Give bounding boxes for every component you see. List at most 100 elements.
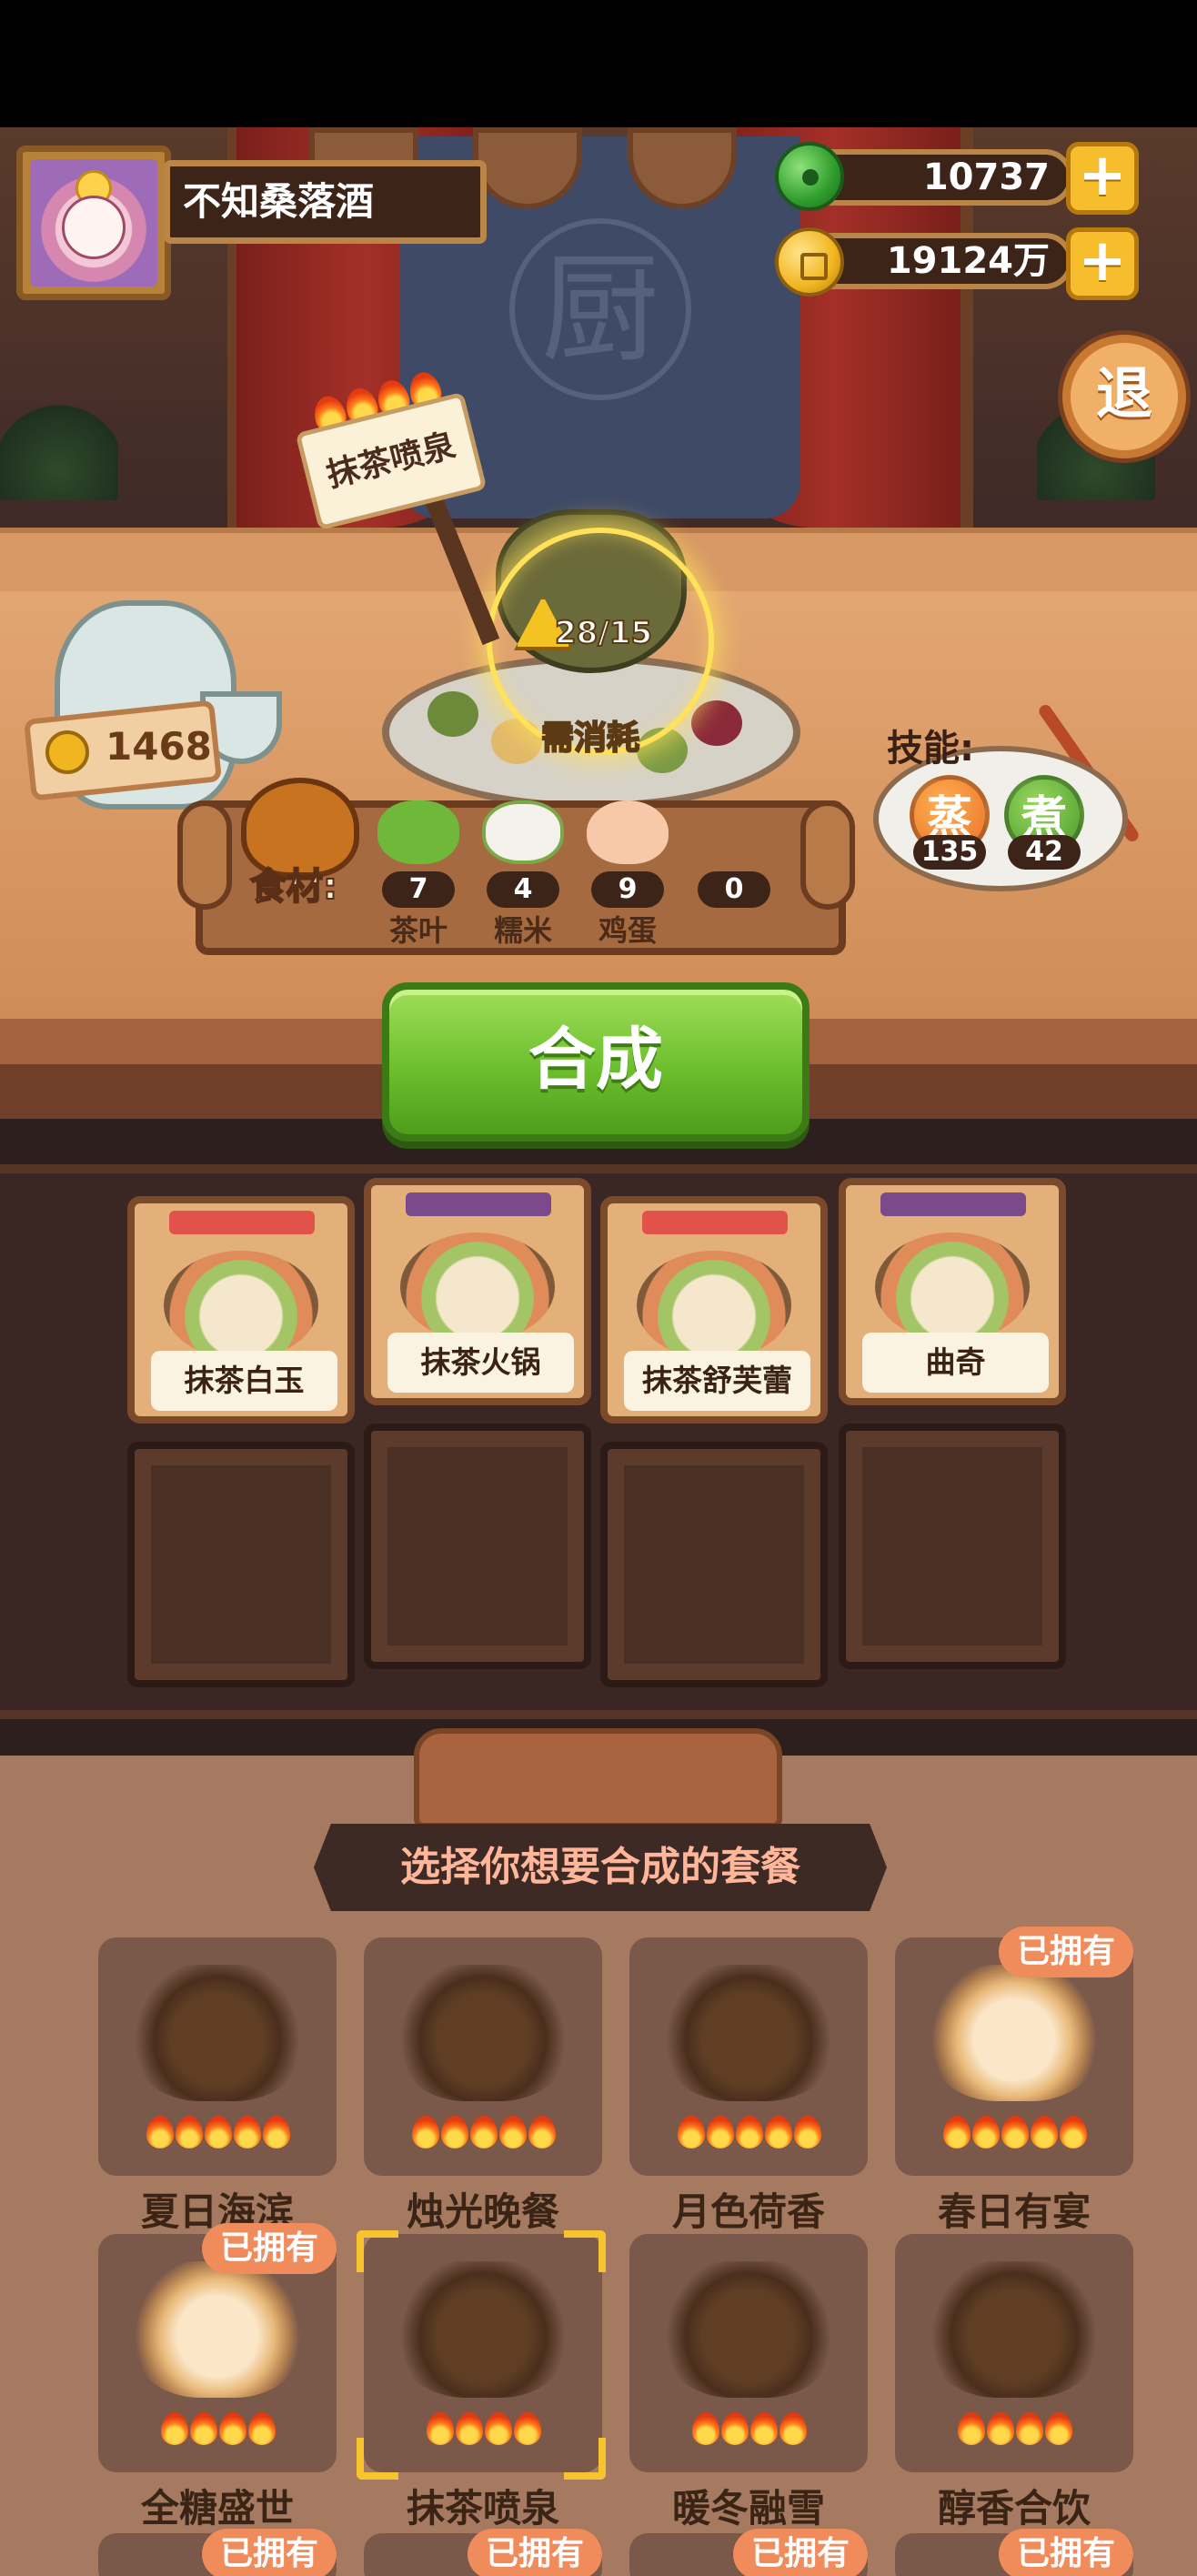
ingredient-slot[interactable]: 7 茶叶 (368, 800, 468, 948)
flame-icon (780, 2412, 807, 2445)
flame-icon (736, 2116, 763, 2148)
flame-icon (205, 2116, 232, 2148)
coin-icon (775, 227, 844, 297)
flame-icon (514, 2412, 541, 2445)
set-card[interactable] (895, 2234, 1133, 2472)
consume-label: 需消耗 (540, 719, 640, 758)
kitchen-emblem-icon: 厨 (509, 218, 691, 400)
egg-icon (587, 800, 669, 864)
panel-title: 选择你想要合成的套餐 (400, 1844, 800, 1890)
set-card[interactable] (364, 1937, 602, 2176)
ingredients-title: 食材: (249, 865, 338, 909)
set-flame-rating (124, 2116, 315, 2156)
set-card[interactable] (98, 1937, 337, 2176)
flame-icon (1045, 2412, 1072, 2445)
set-image (397, 1965, 569, 2101)
tier-bar (169, 1211, 315, 1234)
avatar-image (30, 159, 157, 287)
tier-bar (880, 1192, 1026, 1216)
ingredient-slot[interactable]: 0 (684, 800, 784, 908)
flame-icon (528, 2116, 556, 2148)
player-name: 不知桑落酒 (164, 160, 487, 244)
set-flame-rating (124, 2412, 315, 2452)
flame-icon (765, 2116, 792, 2148)
flame-icon (972, 2116, 1000, 2148)
board-scroll-end (800, 800, 855, 910)
set-card[interactable] (629, 2234, 868, 2472)
ingredient-name: 茶叶 (388, 913, 448, 948)
skills-label: 技能: (887, 728, 974, 770)
ingredient-slot[interactable]: 9 鸡蛋 (578, 800, 678, 948)
set-flame-rating (389, 2116, 580, 2156)
flame-icon (441, 2116, 468, 2148)
flame-icon (456, 2412, 483, 2445)
set-card[interactable] (629, 1937, 868, 2176)
flame-icon (176, 2116, 203, 2148)
ingredient-count: 4 (487, 871, 559, 908)
rice-icon (482, 800, 564, 864)
ingredient-count: 9 (591, 871, 664, 908)
set-name: 春日有宴 (937, 2189, 1091, 2234)
empty-shelf-slot[interactable] (127, 1442, 355, 1687)
set-image (662, 1965, 835, 2101)
set-image (662, 2261, 835, 2398)
empty-shelf-slot[interactable] (364, 1424, 591, 1669)
flame-icon (427, 2412, 454, 2445)
panel-tab (414, 1728, 782, 1828)
flame-icon (190, 2412, 217, 2445)
dish-name: 曲奇 (862, 1333, 1049, 1393)
set-flame-rating (655, 2412, 846, 2452)
shelf-dish[interactable]: 抹茶舒芙蕾 (600, 1196, 828, 1424)
flame-icon (248, 2412, 276, 2445)
tier-bar (642, 1211, 788, 1234)
shelf-dish[interactable]: 抹茶白玉 (127, 1196, 355, 1424)
dessert-piece (691, 700, 742, 746)
empty-shelf-slot[interactable] (600, 1442, 828, 1687)
ingredient-name: 糯米 (493, 913, 552, 948)
flame-icon (1060, 2116, 1087, 2148)
flame-icon (692, 2412, 719, 2445)
owned-badge: 已拥有 (468, 2529, 603, 2576)
dish-price: 1468 (106, 724, 212, 769)
dish-name: 抹茶白玉 (151, 1351, 337, 1411)
player-avatar[interactable] (16, 146, 171, 300)
set-name: 月色荷香 (671, 2189, 825, 2234)
exit-button[interactable]: 退 (1062, 335, 1186, 458)
skill-steam-count: 135 (913, 835, 986, 870)
selection-corner (357, 2230, 398, 2272)
flame-icon (470, 2116, 498, 2148)
synthesize-button[interactable]: 合成 (382, 982, 810, 1142)
jade-icon (775, 142, 844, 211)
flame-icon (794, 2116, 821, 2148)
add-coins-button[interactable]: + (1066, 227, 1139, 300)
dish-progress: 28/15 (554, 614, 653, 652)
flame-icon (750, 2412, 778, 2445)
dish-image (875, 1233, 1030, 1342)
selection-corner (564, 2230, 606, 2272)
dish-image (637, 1251, 791, 1360)
set-image (131, 2261, 304, 2398)
set-image (928, 2261, 1101, 2398)
dessert-piece (428, 691, 478, 737)
set-flame-rating (920, 2116, 1112, 2156)
plant-icon (0, 400, 118, 500)
dish-image (400, 1233, 555, 1342)
add-jade-button[interactable]: + (1066, 142, 1139, 215)
flame-icon (1016, 2412, 1043, 2445)
flame-icon (412, 2116, 439, 2148)
shelf-dish[interactable]: 曲奇 (839, 1178, 1066, 1405)
price-coin-icon (45, 730, 89, 774)
set-flame-rating (655, 2116, 846, 2156)
set-name: 暖冬融雪 (671, 2486, 825, 2531)
flame-icon (707, 2116, 734, 2148)
flame-icon (219, 2412, 246, 2445)
set-image (928, 1965, 1101, 2101)
dish-name: 抹茶舒芙蕾 (624, 1351, 810, 1411)
shelf-dish[interactable]: 抹茶火锅 (364, 1178, 591, 1405)
set-image (131, 1965, 304, 2101)
avatar-face (62, 196, 126, 259)
empty-shelf-slot[interactable] (839, 1424, 1066, 1669)
set-name: 抹茶喷泉 (406, 2486, 559, 2531)
flame-icon (1001, 2116, 1029, 2148)
ingredient-slot[interactable]: 4 糯米 (473, 800, 573, 948)
